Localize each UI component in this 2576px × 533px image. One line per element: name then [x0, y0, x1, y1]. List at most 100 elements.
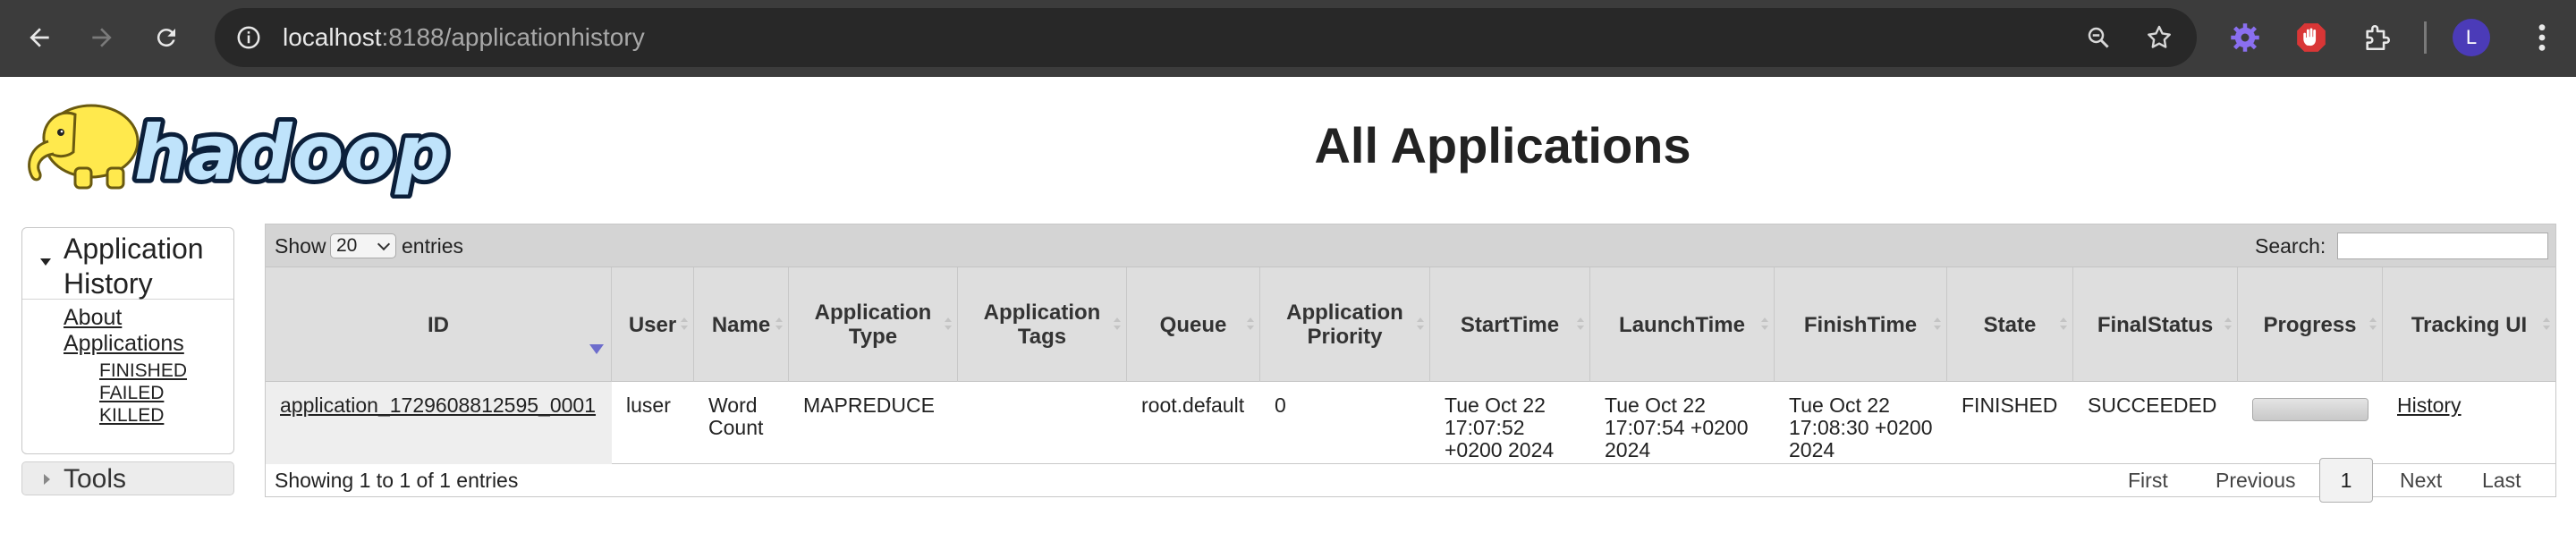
sort-icon: [1247, 317, 1254, 332]
column-header-progress[interactable]: Progress: [2238, 267, 2383, 382]
cell-launchtime: Tue Oct 22 17:07:54 +0200 2024: [1605, 393, 1749, 461]
nav-section-label: Application History: [64, 233, 204, 300]
toolbar-separator: [2424, 21, 2427, 54]
forward-arrow-icon: [92, 28, 112, 47]
column-header-state[interactable]: State: [1947, 267, 2073, 382]
profile-avatar[interactable]: L: [2453, 19, 2490, 56]
table-info: Showing 1 to 1 of 1 entries: [275, 469, 519, 492]
column-header-label: Application Tags: [983, 300, 1101, 349]
sort-icon: [1577, 317, 1584, 332]
gear-extension-icon[interactable]: [2225, 18, 2265, 57]
applications-table: Show 20 entries Search: ID User Name App…: [265, 224, 2556, 503]
page-title: All Applications: [1314, 117, 1691, 173]
sort-icon: [2369, 317, 2377, 332]
cell-priority: 0: [1275, 393, 1286, 417]
zoom-icon[interactable]: [2080, 20, 2116, 55]
sort-icon: [681, 317, 688, 332]
entries-label: entries: [402, 234, 464, 258]
logo-wordmark: hadoop: [134, 109, 449, 197]
column-header-user[interactable]: User: [612, 267, 694, 382]
address-bar[interactable]: localhost:8188/applicationhistory: [215, 8, 2197, 67]
collapse-triangle-icon: [44, 474, 50, 485]
cell-type: MAPREDUCE: [803, 393, 935, 417]
cell-progress: [2238, 382, 2383, 464]
page-size-select[interactable]: 20: [330, 233, 396, 258]
column-header-label: Tracking UI: [2411, 312, 2528, 337]
cell-finalstatus: SUCCEEDED: [2088, 393, 2217, 417]
column-header-application-tags[interactable]: Application Tags: [958, 267, 1127, 382]
column-header-launchtime[interactable]: LaunchTime: [1590, 267, 1775, 382]
pager-next[interactable]: Next: [2400, 464, 2442, 496]
sort-icon: [2543, 317, 2550, 332]
progress-fill: [2253, 399, 2368, 420]
cell-state: FINISHED: [1962, 393, 2058, 417]
column-header-tracking-ui[interactable]: Tracking UI: [2383, 267, 2555, 382]
sort-icon: [1934, 317, 1941, 332]
column-header-label: FinishTime: [1803, 312, 1918, 337]
column-header-label: Progress: [2263, 312, 2357, 337]
column-header-label: ID: [428, 312, 449, 337]
column-header-application-type[interactable]: Application Type: [789, 267, 958, 382]
puzzle-extension-icon[interactable]: [2358, 18, 2397, 57]
column-header-application-priority[interactable]: Application Priority: [1260, 267, 1430, 382]
chevron-down-icon: [377, 237, 391, 251]
column-header-label: Application Type: [814, 300, 932, 349]
nav-link-about-applications[interactable]: About Applications: [64, 305, 225, 357]
sort-icon: [2224, 317, 2232, 332]
column-header-starttime[interactable]: StartTime: [1430, 267, 1590, 382]
sort-icon: [945, 317, 952, 332]
more-menu-icon[interactable]: [2522, 18, 2562, 57]
url-path: :8188/applicationhistory: [381, 23, 645, 51]
pager-first[interactable]: First: [2128, 464, 2168, 496]
column-header-id[interactable]: ID: [266, 267, 612, 382]
sort-desc-icon: [589, 344, 604, 354]
cell-tags: [958, 382, 1127, 464]
column-header-label: Name: [711, 312, 771, 337]
history-link[interactable]: History: [2397, 393, 2462, 417]
cell-user: luser: [626, 393, 671, 417]
column-header-finalstatus[interactable]: FinalStatus: [2073, 267, 2238, 382]
cell-finishtime: Tue Oct 22 17:08:30 +0200 2024: [1789, 393, 1933, 461]
url-text[interactable]: localhost:8188/applicationhistory: [283, 8, 645, 67]
column-header-name[interactable]: Name: [694, 267, 789, 382]
column-header-label: State: [1983, 312, 2037, 337]
reload-icon: [157, 29, 175, 47]
cell-name: Word Count: [708, 393, 764, 439]
column-header-label: User: [628, 312, 677, 337]
column-header-queue[interactable]: Queue: [1127, 267, 1260, 382]
column-header-finishtime[interactable]: FinishTime: [1775, 267, 1947, 382]
stop-hand-extension-icon[interactable]: [2292, 18, 2331, 57]
search-input[interactable]: [2337, 233, 2548, 259]
column-header-label: LaunchTime: [1619, 312, 1745, 337]
table-footer: Showing 1 to 1 of 1 entries First Previo…: [266, 458, 2555, 503]
back-button[interactable]: [18, 16, 61, 59]
pager-last[interactable]: Last: [2482, 464, 2521, 496]
table-toolbar: Show 20 entries Search:: [266, 224, 2555, 267]
sort-icon: [775, 317, 783, 332]
browser-toolbar: localhost:8188/applicationhistory L: [0, 0, 2576, 77]
reload-button[interactable]: [145, 16, 188, 59]
pager-previous[interactable]: Previous: [2216, 464, 2295, 496]
nav-link-finished[interactable]: FINISHED: [99, 360, 187, 382]
forward-button[interactable]: [80, 16, 123, 59]
nav-tools-section[interactable]: Tools: [21, 461, 234, 495]
cell-queue: root.default: [1141, 393, 1245, 417]
sort-icon: [1114, 317, 1121, 332]
nav-link-failed[interactable]: FAILED: [99, 383, 164, 404]
progress-bar: [2252, 398, 2368, 421]
search-label: Search:: [2255, 234, 2326, 258]
page-size-value: 20: [336, 235, 358, 256]
sort-icon: [1417, 317, 1424, 332]
nav-link-killed[interactable]: KILLED: [99, 405, 164, 427]
nav-section-header[interactable]: Application History: [22, 228, 233, 300]
site-info-icon[interactable]: [231, 20, 267, 55]
table-row: application_1729608812595_0001 luser Wor…: [266, 382, 2555, 464]
application-id-link[interactable]: application_1729608812595_0001: [280, 393, 596, 417]
pager-current-page[interactable]: 1: [2319, 458, 2373, 503]
column-header-label: FinalStatus: [2097, 312, 2214, 337]
hadoop-logo: hadoop hadoop: [21, 89, 453, 201]
bookmark-star-icon[interactable]: [2141, 20, 2177, 55]
cell-tracking-ui: History: [2383, 382, 2555, 464]
url-host: localhost: [283, 23, 382, 51]
column-header-label: StartTime: [1460, 312, 1560, 337]
